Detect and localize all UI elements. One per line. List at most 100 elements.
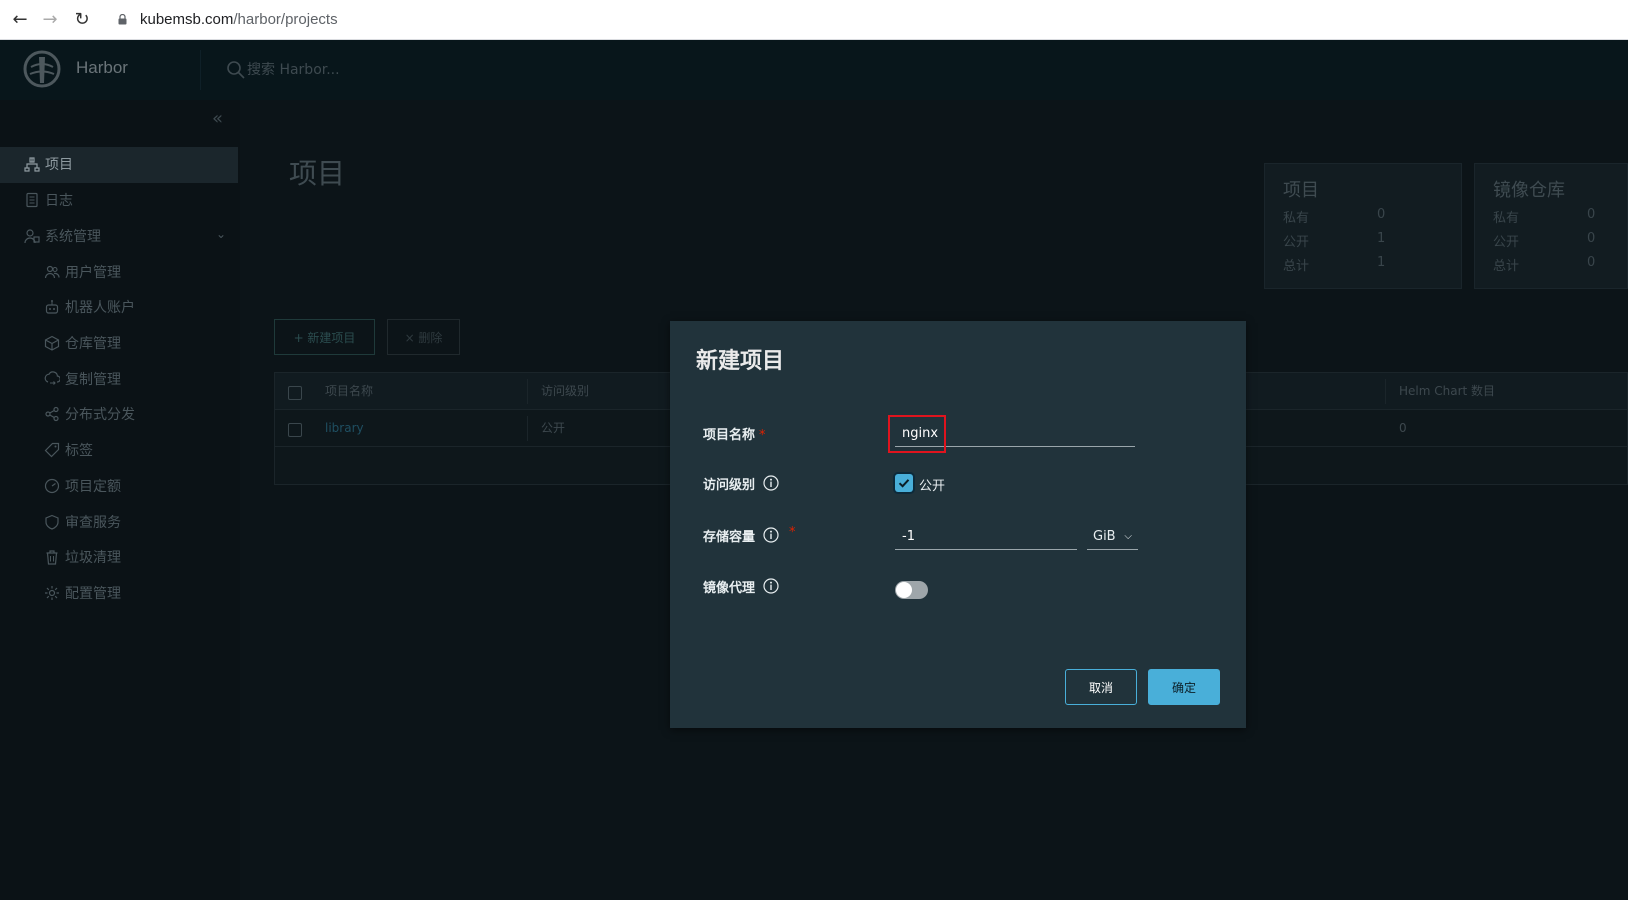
sidebar-item-label: 项目定额	[65, 479, 121, 495]
registry-icon	[44, 335, 60, 351]
required-mark: *	[759, 428, 766, 443]
stat-label-private: 私有	[1493, 211, 1520, 226]
lock-icon	[118, 14, 127, 25]
stat-value-public: 1	[1377, 231, 1386, 246]
sidebar-item-admin[interactable]: 系统管理 ⌄	[0, 219, 238, 255]
sidebar-item-logs[interactable]: 日志	[0, 183, 238, 219]
users-icon	[44, 265, 60, 279]
stat-value-total: 0	[1587, 255, 1596, 270]
stat-label-total: 总计	[1493, 259, 1520, 274]
sidebar-item-trash[interactable]: 垃圾清理	[0, 540, 238, 576]
highlight-annotation-box	[888, 415, 946, 453]
column-header-access[interactable]: 访问级别	[541, 373, 589, 410]
project-helm-count: 0	[1399, 421, 1407, 435]
chevron-down-icon: ⌵	[1124, 531, 1132, 542]
storage-unit-value: GiB	[1093, 529, 1116, 544]
admin-icon	[24, 229, 40, 244]
storage-quota-label: 存储容量	[703, 526, 755, 545]
sidebar-item-label: 垃圾清理	[65, 550, 121, 566]
column-header-name[interactable]: 项目名称	[325, 373, 373, 410]
stat-value-private: 0	[1377, 207, 1386, 222]
required-mark: *	[789, 525, 796, 540]
address-bar[interactable]: kubemsb.com/harbor/projects	[140, 8, 338, 32]
app-title: Harbor	[76, 58, 128, 77]
proxy-cache-toggle[interactable]	[895, 581, 928, 599]
column-separator	[527, 416, 528, 441]
info-icon[interactable]	[763, 578, 779, 594]
app-header: Harbor	[0, 40, 1628, 100]
sidebar-item-label: 复制管理	[65, 372, 121, 388]
harbor-logo-icon[interactable]	[22, 49, 62, 89]
sidebar-item-distribution[interactable]: 分布式分发	[0, 397, 238, 433]
header-divider	[200, 50, 201, 90]
distribution-icon	[45, 406, 59, 422]
new-project-dialog: 新建项目 项目名称* 访问级别 公开 存储容量 * GiB ⌵ 镜像代理 取消 …	[670, 321, 1246, 728]
search-icon	[227, 61, 245, 79]
repositories-stat-card: 镜像仓库 私有 0 公开 0 总计 0	[1474, 163, 1628, 289]
logs-icon	[26, 192, 38, 208]
sidebar-item-quota[interactable]: 项目定额	[0, 469, 238, 505]
sidebar-item-tag[interactable]: 标签	[0, 433, 238, 469]
new-project-button[interactable]: + 新建项目	[274, 319, 375, 355]
trash-icon	[46, 550, 58, 565]
ok-button[interactable]: 确定	[1148, 669, 1220, 705]
back-icon[interactable]: ←	[10, 10, 30, 30]
column-header-helm-count[interactable]: Helm Chart 数目	[1399, 373, 1495, 410]
projects-icon	[24, 157, 40, 172]
project-name-label: 项目名称 *	[703, 424, 766, 443]
stat-label-public: 公开	[1283, 235, 1310, 250]
reload-icon[interactable]: ↻	[72, 10, 92, 30]
project-name-link[interactable]: library	[325, 410, 364, 447]
url-path: /harbor/projects	[233, 11, 338, 28]
stat-value-total: 1	[1377, 255, 1386, 270]
storage-quota-label-text: 存储容量	[703, 530, 756, 545]
info-icon[interactable]	[763, 475, 779, 491]
collapse-sidebar-icon[interactable]: «	[212, 108, 223, 129]
shield-icon	[45, 514, 59, 530]
sidebar-item-robot[interactable]: 机器人账户	[0, 290, 238, 326]
check-icon	[898, 479, 910, 488]
sidebar-item-label: 审查服务	[65, 515, 121, 531]
sidebar-item-label: 日志	[45, 193, 73, 209]
sidebar-item-gear[interactable]: 配置管理	[0, 576, 238, 612]
stat-value-private: 0	[1587, 207, 1596, 222]
column-separator	[1385, 379, 1386, 404]
storage-unit-select[interactable]: GiB ⌵	[1087, 524, 1138, 550]
chevron-down-icon: ⌄	[215, 227, 226, 241]
project-access-level: 公开	[541, 421, 566, 435]
replication-icon	[44, 371, 60, 385]
sidebar-item-registry[interactable]: 仓库管理	[0, 326, 238, 362]
sidebar-item-replication[interactable]: 复制管理	[0, 362, 238, 398]
sidebar-item-label: 配置管理	[65, 586, 121, 602]
stat-label-private: 私有	[1283, 211, 1310, 226]
proxy-cache-label: 镜像代理	[703, 581, 756, 596]
sidebar-item-shield[interactable]: 审查服务	[0, 505, 238, 541]
sidebar-item-label: 标签	[65, 443, 93, 459]
sidebar-item-label: 机器人账户	[65, 300, 135, 316]
project-name-label-text: 项目名称	[703, 428, 756, 443]
browser-toolbar: ← → ↻ kubemsb.com/harbor/projects	[0, 0, 1628, 40]
gear-icon	[45, 586, 59, 600]
sidebar-item-projects[interactable]: 项目	[0, 147, 238, 183]
access-level-label: 访问级别	[703, 478, 756, 493]
cancel-button[interactable]: 取消	[1065, 669, 1137, 705]
stat-label-public: 公开	[1493, 235, 1520, 250]
info-icon[interactable]	[763, 527, 779, 543]
forward-icon[interactable]: →	[40, 10, 60, 30]
storage-quota-input[interactable]	[895, 524, 1077, 550]
stat-value-public: 0	[1587, 231, 1596, 246]
row-checkbox[interactable]	[288, 423, 302, 437]
dialog-title: 新建项目	[696, 349, 785, 374]
page-title: 项目	[289, 157, 346, 190]
sidebar-item-users[interactable]: 用户管理	[0, 255, 238, 291]
projects-stat-card: 项目 私有 0 公开 1 总计 1	[1264, 163, 1462, 289]
stat-label-total: 总计	[1283, 259, 1310, 274]
public-checkbox-label[interactable]: 公开	[919, 475, 945, 494]
url-host: kubemsb.com	[140, 11, 234, 28]
public-checkbox[interactable]	[895, 474, 913, 492]
select-all-checkbox[interactable]	[288, 386, 302, 400]
tag-icon	[44, 442, 60, 458]
search-input[interactable]	[247, 58, 547, 82]
sidebar-item-label: 用户管理	[65, 265, 121, 281]
delete-button[interactable]: × 删除	[387, 319, 460, 355]
